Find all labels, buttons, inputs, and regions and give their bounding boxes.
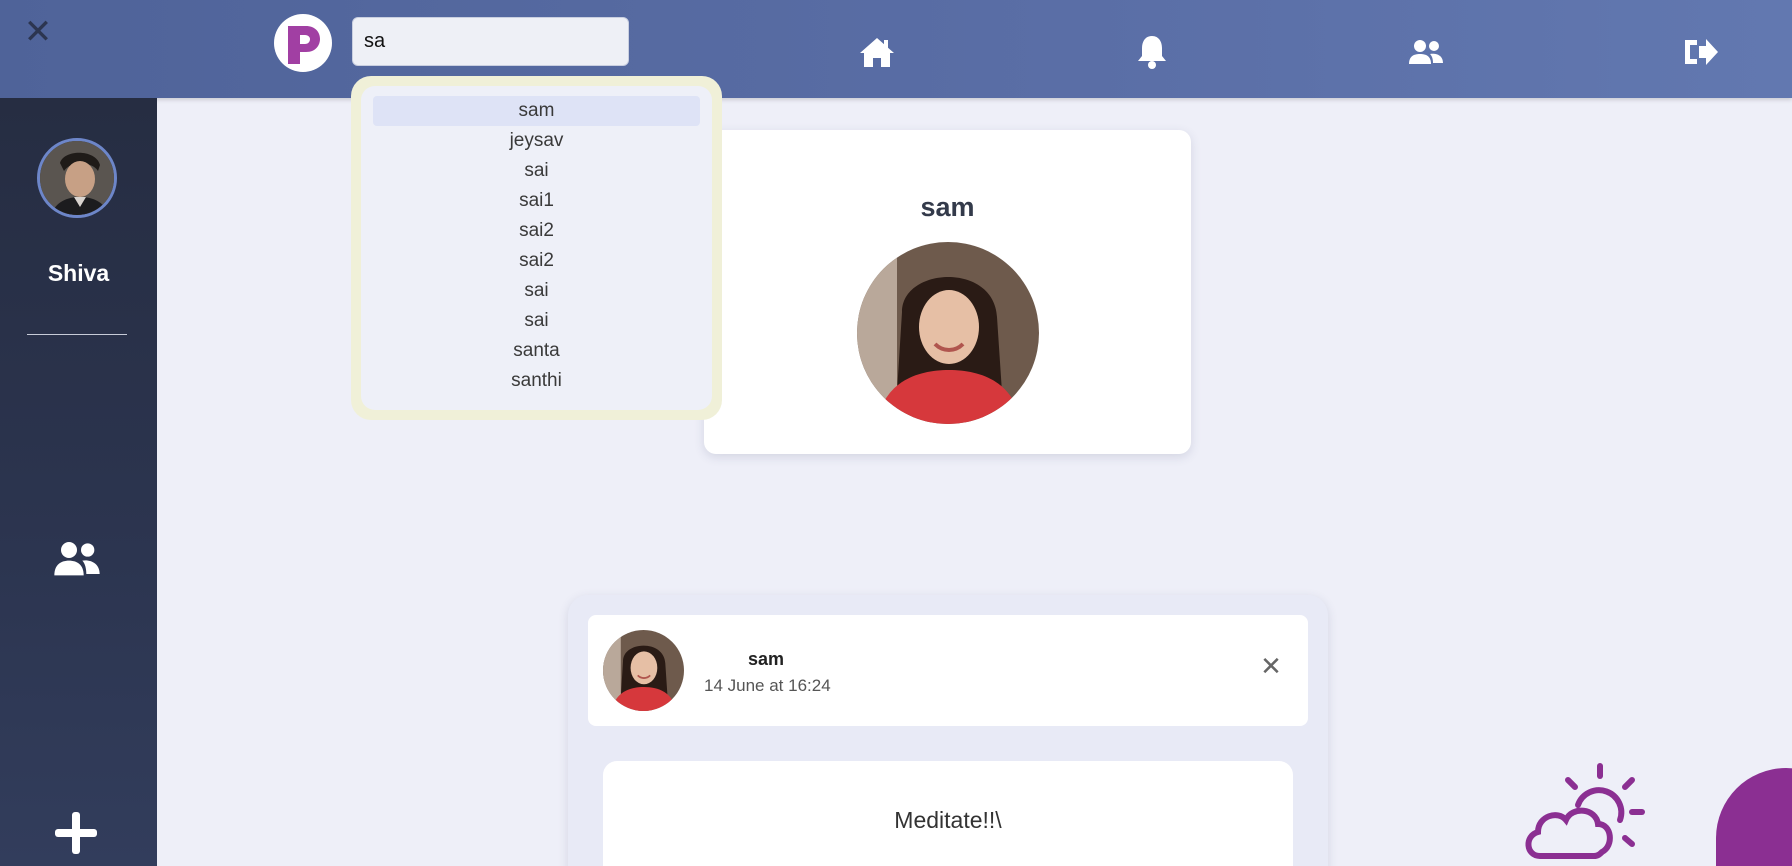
search-suggestions: sam jeysav sai sai1 sai2 sai2 sai sai sa… [351, 76, 722, 420]
top-navbar: ✕ [0, 0, 1792, 98]
profile-name: sam [920, 192, 975, 222]
sidebar: Shiva [0, 98, 157, 866]
profile-card: sam [704, 130, 1191, 454]
decorative-blob [1716, 768, 1792, 866]
suggestion-item[interactable]: sai1 [373, 186, 700, 216]
suggestion-item[interactable]: sai2 [373, 246, 700, 276]
divider [27, 334, 127, 335]
suggestion-item[interactable]: santa [373, 336, 700, 366]
avatar[interactable] [603, 630, 684, 711]
plus-icon[interactable] [53, 810, 99, 856]
suggestion-item[interactable]: sai [373, 276, 700, 306]
user-name: Shiva [47, 260, 110, 286]
post-header: sam 14 June at 16:24 ✕ [588, 615, 1308, 726]
post-author[interactable]: sam [748, 649, 784, 670]
friends-icon[interactable] [1406, 34, 1446, 70]
logout-icon[interactable] [1681, 34, 1721, 70]
suggestion-item[interactable]: jeysav [373, 126, 700, 156]
app-logo[interactable] [274, 14, 332, 72]
profile-photo[interactable] [857, 242, 1039, 424]
home-icon[interactable] [857, 34, 897, 70]
post-text: Meditate!!\ [894, 807, 1002, 833]
post-timestamp: 14 June at 16:24 [704, 676, 831, 695]
friends-icon[interactable] [50, 538, 104, 578]
search-input[interactable] [352, 17, 629, 66]
bell-icon[interactable] [1132, 34, 1172, 70]
post-body: Meditate!!\ [603, 761, 1293, 866]
suggestion-item[interactable]: santhi [373, 366, 700, 396]
weather-cloud-sun-icon [1520, 760, 1650, 866]
suggestion-item[interactable]: sai [373, 306, 700, 336]
logo-p-icon [288, 26, 320, 64]
suggestion-item[interactable]: sam [373, 96, 700, 126]
close-icon[interactable]: ✕ [1258, 653, 1284, 679]
avatar[interactable] [37, 138, 117, 218]
close-sidebar-button[interactable]: ✕ [22, 15, 54, 49]
post-card: sam 14 June at 16:24 ✕ Meditate!!\ [568, 595, 1328, 866]
suggestion-item[interactable]: sai [373, 156, 700, 186]
suggestion-item[interactable]: sai2 [373, 216, 700, 246]
suggestion-list: sam jeysav sai sai1 sai2 sai2 sai sai sa… [361, 86, 712, 410]
